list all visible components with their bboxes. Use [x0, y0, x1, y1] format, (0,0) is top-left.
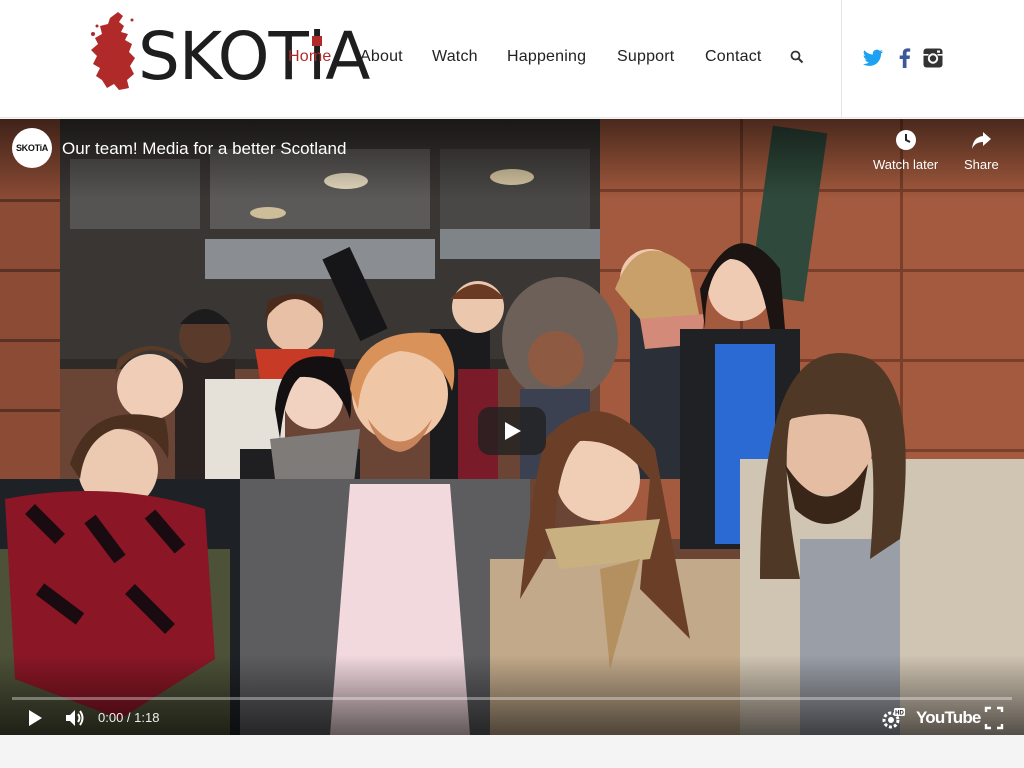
watch-later-button[interactable]: Watch later [873, 129, 938, 172]
search-icon[interactable] [790, 50, 804, 64]
nav-item-home[interactable]: Home [288, 48, 331, 66]
hd-badge: HD [895, 711, 904, 717]
large-play-button[interactable] [478, 407, 546, 455]
youtube-logo[interactable]: YouTube [916, 708, 981, 728]
video-player[interactable]: SKOTiA Our team! Media for a better Scot… [0, 119, 1024, 735]
share-button[interactable]: Share [964, 129, 999, 172]
play-icon [505, 422, 521, 440]
logo-i-dot [311, 36, 322, 46]
video-progress-bar[interactable] [12, 697, 1012, 700]
facebook-icon[interactable] [893, 46, 917, 70]
clock-icon [895, 130, 916, 150]
nav-item-about[interactable]: About [360, 48, 403, 66]
play-button[interactable] [24, 706, 46, 730]
volume-icon[interactable] [63, 706, 87, 730]
scotland-map-icon [91, 12, 135, 90]
video-title[interactable]: Our team! Media for a better Scotland [62, 139, 346, 159]
settings-gear-icon[interactable]: HD [880, 706, 906, 730]
video-time-display: 0:00 / 1:18 [98, 710, 160, 725]
nav-item-contact[interactable]: Contact [705, 48, 762, 66]
instagram-icon[interactable] [921, 46, 945, 70]
watch-later-label: Watch later [873, 157, 939, 172]
nav-item-happening[interactable]: Happening [507, 48, 586, 66]
share-icon [972, 132, 992, 149]
video-top-overlay [0, 119, 1024, 199]
header-divider [841, 0, 842, 118]
site-header: SKOTi A Home About Watch Happening Suppor… [0, 0, 1024, 118]
nav-item-support[interactable]: Support [617, 48, 674, 66]
channel-avatar[interactable]: SKOTiA [12, 128, 52, 168]
share-label: Share [964, 157, 999, 172]
fullscreen-icon[interactable] [984, 706, 1004, 730]
twitter-icon[interactable] [861, 46, 885, 70]
nav-item-watch[interactable]: Watch [432, 48, 478, 66]
logo-wordmark: SKOTi A [138, 18, 370, 95]
page-below-video [0, 735, 1024, 768]
